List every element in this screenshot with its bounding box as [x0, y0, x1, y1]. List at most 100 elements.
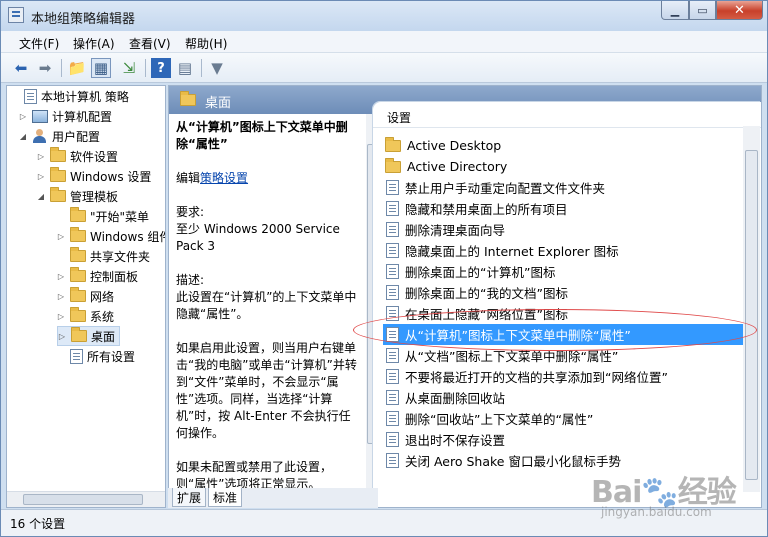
setting-icon	[386, 285, 399, 300]
export-list-button[interactable]: ⇲	[119, 58, 139, 78]
tree-node-start-menu[interactable]: "开始"菜单	[57, 206, 149, 226]
list-item-label: 关闭 Aero Shake 窗口最小化鼠标手势	[405, 454, 621, 469]
minimize-icon: ▁	[670, 3, 680, 17]
description-title: 从“计算机”图标上下文菜单中删除“属性”	[176, 120, 348, 151]
scrollbar-thumb[interactable]	[745, 150, 758, 480]
menu-file[interactable]: 文件(F)	[19, 35, 59, 52]
folder-icon	[50, 187, 66, 202]
tree-node-shared-folders[interactable]: 共享文件夹	[57, 246, 150, 266]
tab-extended[interactable]: 扩展	[172, 488, 207, 507]
description-detail-1: 如果启用此设置，则当用户右键单击“我的电脑”或单击“计算机”并转到“文件”菜单时…	[176, 341, 357, 440]
folder-icon	[180, 91, 196, 106]
list-item[interactable]: 禁止用户手动重定向配置文件文件夹	[383, 177, 743, 198]
tree-horizontal-scrollbar[interactable]	[7, 491, 165, 507]
expand-arrow-icon[interactable]: ▷	[57, 232, 65, 241]
expand-arrow-icon[interactable]: ▷	[57, 292, 65, 301]
tree-node-user-config[interactable]: ◢ 用户配置	[19, 126, 100, 146]
content-pane: 桌面 从“计算机”图标上下文菜单中删除“属性” 编辑策略设置 要求: 至少 Win…	[168, 85, 762, 508]
edit-policy-link[interactable]: 策略设置	[200, 171, 248, 185]
requirement-label: 要求:	[176, 205, 205, 219]
baidu-watermark: Bai🐾经验 jingyan.baidu.com	[591, 463, 761, 533]
expand-arrow-icon[interactable]: ▷	[19, 112, 27, 121]
list-vertical-scrollbar[interactable]	[743, 126, 760, 492]
list-item[interactable]: 删除清理桌面向导	[383, 219, 743, 240]
folder-icon	[385, 157, 401, 173]
scrollbar-thumb[interactable]	[23, 494, 143, 505]
tree-node-network[interactable]: ▷ 网络	[57, 286, 114, 306]
expand-arrow-icon[interactable]: ▷	[58, 332, 66, 341]
tree-node-label: 系统	[90, 309, 115, 324]
menu-help[interactable]: 帮助(H)	[185, 35, 227, 52]
collapse-arrow-icon[interactable]: ◢	[19, 132, 27, 141]
tree-node-system[interactable]: ▷ 系统	[57, 306, 114, 326]
tree-node-label: 本地计算机 策略	[41, 89, 129, 104]
close-button[interactable]: ✕	[716, 1, 763, 20]
status-text: 16 个设置	[10, 517, 66, 531]
up-folder-button[interactable]: 📁	[67, 58, 87, 78]
up-folder-icon: 📁	[67, 59, 87, 77]
list-item[interactable]: 隐藏和禁用桌面上的所有项目	[383, 198, 743, 219]
tree-node-software-settings[interactable]: ▷ 软件设置	[37, 146, 118, 166]
requirement-block: 要求: 至少 Windows 2000 Service Pack 3	[176, 204, 359, 255]
tab-standard[interactable]: 标准	[208, 488, 243, 507]
expand-arrow-icon[interactable]: ▷	[37, 172, 45, 181]
tree-node-desktop[interactable]: ▷ 桌面	[57, 326, 121, 346]
toolbar-separator	[201, 59, 202, 77]
description-detail-2: 如果未配置或禁用了此设置，则“属性”选项将正常显示。	[176, 460, 333, 490]
maximize-button[interactable]: ▭	[689, 1, 716, 20]
show-hide-tree-icon: ▦	[93, 59, 109, 77]
tree-node-label: 计算机配置	[52, 109, 113, 124]
list-item[interactable]: 删除桌面上的“我的文档”图标	[383, 282, 743, 303]
user-icon	[32, 128, 48, 144]
minimize-button[interactable]: ▁	[661, 1, 689, 20]
setting-icon	[386, 432, 399, 447]
filter-button[interactable]: ▼	[207, 58, 227, 78]
tree-node-control-panel[interactable]: ▷ 控制面板	[57, 266, 138, 286]
tree-node-windows-settings[interactable]: ▷ Windows 设置	[37, 166, 151, 186]
list-item[interactable]: 删除桌面上的“计算机”图标	[383, 261, 743, 282]
folder-icon	[70, 287, 86, 302]
collapse-arrow-icon[interactable]: ◢	[37, 192, 45, 201]
description-block: 描述: 此设置在“计算机”的上下文菜单中隐藏“属性”。	[176, 272, 359, 323]
tree-node-label: 共享文件夹	[90, 249, 151, 264]
help-button[interactable]: ?	[151, 58, 171, 78]
list-item[interactable]: 从桌面删除回收站	[383, 387, 743, 408]
settings-icon	[70, 348, 83, 364]
list-column-header[interactable]: 设置	[373, 102, 761, 128]
back-button[interactable]: ⬅	[11, 58, 31, 78]
list-item[interactable]: 不要将最近打开的文档的共享添加到“网络位置”	[383, 366, 743, 387]
menu-action[interactable]: 操作(A)	[73, 35, 115, 52]
setting-icon	[386, 390, 399, 405]
properties-button[interactable]: ▤	[175, 58, 195, 78]
setting-icon	[386, 369, 399, 384]
tree-node-admin-templates[interactable]: ◢ 管理模板	[37, 186, 118, 206]
title-bar: 本地组策略编辑器 ▁ ▭ ✕	[1, 1, 767, 31]
list-item[interactable]: Active Desktop	[383, 135, 743, 156]
forward-button[interactable]: ➡	[35, 58, 55, 78]
window-controls: ▁ ▭ ✕	[661, 1, 763, 21]
list-item[interactable]: Active Directory	[383, 156, 743, 177]
list-item[interactable]: 隐藏桌面上的 Internet Explorer 图标	[383, 240, 743, 261]
show-hide-tree-button[interactable]: ▦	[91, 58, 111, 78]
highlight-annotation-oval	[353, 309, 757, 351]
menu-view[interactable]: 查看(V)	[129, 35, 171, 52]
list-item-label: 禁止用户手动重定向配置文件文件夹	[405, 181, 606, 196]
settings-list: 设置 Active Desktop Active Directory 禁止用户手…	[373, 102, 761, 492]
tree-node-windows-components[interactable]: ▷ Windows 组件	[57, 226, 165, 246]
tree-node-all-settings[interactable]: 所有设置	[57, 346, 135, 366]
setting-icon	[386, 264, 399, 279]
list-item[interactable]: 退出时不保存设置	[383, 429, 743, 450]
expand-arrow-icon[interactable]: ▷	[37, 152, 45, 161]
tree-node-local-policy[interactable]: 本地计算机 策略	[11, 86, 129, 106]
folder-icon	[50, 147, 66, 162]
tree-node-label: 桌面	[91, 329, 116, 344]
setting-icon	[386, 243, 399, 258]
list-item[interactable]: 删除“回收站”上下文菜单的“属性”	[383, 408, 743, 429]
view-tabs: 扩展 标准	[168, 488, 378, 508]
tree-node-computer-config[interactable]: ▷ 计算机配置	[19, 106, 112, 126]
expand-arrow-icon[interactable]: ▷	[57, 272, 65, 281]
policy-icon	[24, 88, 37, 104]
expand-arrow-icon[interactable]: ▷	[57, 312, 65, 321]
export-list-icon: ⇲	[122, 59, 136, 77]
app-window: 本地组策略编辑器 ▁ ▭ ✕ 文件(F) 操作(A) 查看(V) 帮助(H) ⬅…	[0, 0, 768, 537]
